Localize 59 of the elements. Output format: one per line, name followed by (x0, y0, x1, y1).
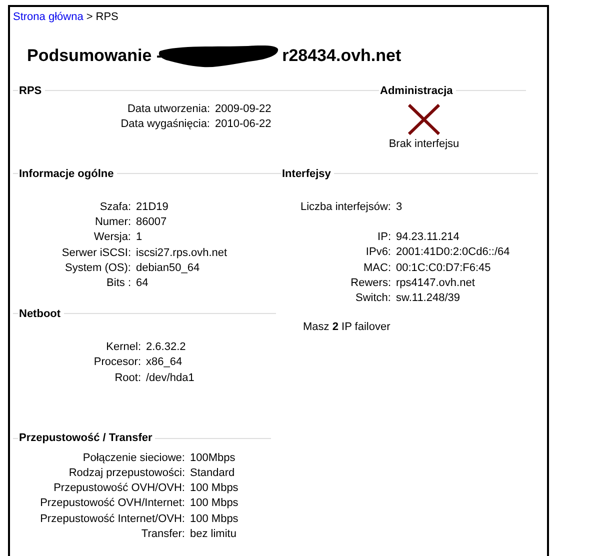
field-value: 3 (396, 200, 404, 215)
section-heading: Netboot (19, 308, 61, 320)
field-value: 1 (136, 230, 144, 246)
field-label: MAC: (362, 260, 391, 276)
section-heading: Administracja (380, 84, 453, 96)
field-value: 86007 (136, 215, 168, 230)
field-label: Przepustowość Internet/OVH: (39, 512, 185, 527)
field-label: Przepustowość OVH/OVH: (52, 481, 185, 496)
breadcrumb-current: RPS (96, 10, 118, 25)
field-label: Transfer: (140, 526, 185, 542)
field-value: 2009-09-22 (215, 102, 272, 117)
field-value: 100 Mbps (190, 496, 240, 512)
field-value: 100 Mbps (190, 481, 240, 496)
field-label: Procesor: (92, 355, 141, 370)
section-heading: Przepustowość / Transfer (19, 432, 152, 444)
breadcrumb-link[interactable]: Strona główna (13, 10, 84, 25)
field-label: Połączenie sieciowe: (82, 450, 185, 466)
field-label: Numer: (94, 215, 131, 230)
field-value: 100Mbps (190, 450, 236, 466)
status-text: Brak interfejsu (388, 138, 460, 150)
field-label: Szafa: (98, 200, 131, 215)
field-label: Bits : (106, 276, 131, 292)
field-value: 100 Mbps (190, 512, 240, 527)
field-value: 2001:41D0:2:0Cd6::/64 (396, 245, 511, 260)
field-value: 2.6.32.2 (146, 340, 187, 356)
field-label: Rodzaj przepustowości: (68, 466, 185, 482)
field-value: 94.23.11.214 (396, 230, 460, 246)
failover-text: Masz 2 IP failover (303, 320, 392, 336)
field-value: bez limitu (190, 526, 238, 542)
section-heading: Interfejsy (282, 168, 331, 180)
field-label: Data utworzenia: (126, 102, 210, 117)
field-value: debian50_64 (136, 260, 201, 276)
field-value: Standard (190, 466, 236, 482)
field-value: 64 (136, 276, 150, 292)
section-heading: Informacje ogólne (19, 168, 114, 180)
page-title: r28434.ovh.net (282, 46, 402, 66)
breadcrumb-separator: > (86, 10, 93, 25)
field-value: x86_64 (146, 355, 184, 370)
field-label: Rewers: (350, 276, 391, 291)
field-value: 2010-06-22 (215, 117, 272, 132)
field-value: rps4147.ovh.net (396, 276, 476, 291)
field-label: IP: (376, 230, 391, 246)
field-label: Liczba interfejsów: (300, 200, 391, 215)
field-label: Switch: (354, 291, 391, 306)
section-heading: RPS (19, 84, 42, 96)
cross-icon (407, 103, 441, 136)
field-value: iscsi27.rps.ovh.net (136, 246, 228, 261)
field-label: Data wygaśnięcia: (120, 117, 210, 132)
field-value: sw.11.248/39 (396, 291, 462, 306)
field-value: /dev/hda1 (146, 370, 196, 386)
field-value: 21D19 (136, 200, 170, 215)
field-label: Serwer iSCSI: (60, 246, 131, 261)
field-label: Kernel: (105, 340, 141, 356)
field-label: Przepustowość OVH/Internet: (39, 496, 185, 512)
field-value: 00:1C:C0:D7:F6:45 (396, 260, 492, 276)
field-label: IPv6: (364, 245, 391, 260)
field-label: Root: (114, 370, 141, 386)
field-label: System (OS): (64, 260, 131, 276)
field-label: Wersja: (92, 230, 131, 246)
